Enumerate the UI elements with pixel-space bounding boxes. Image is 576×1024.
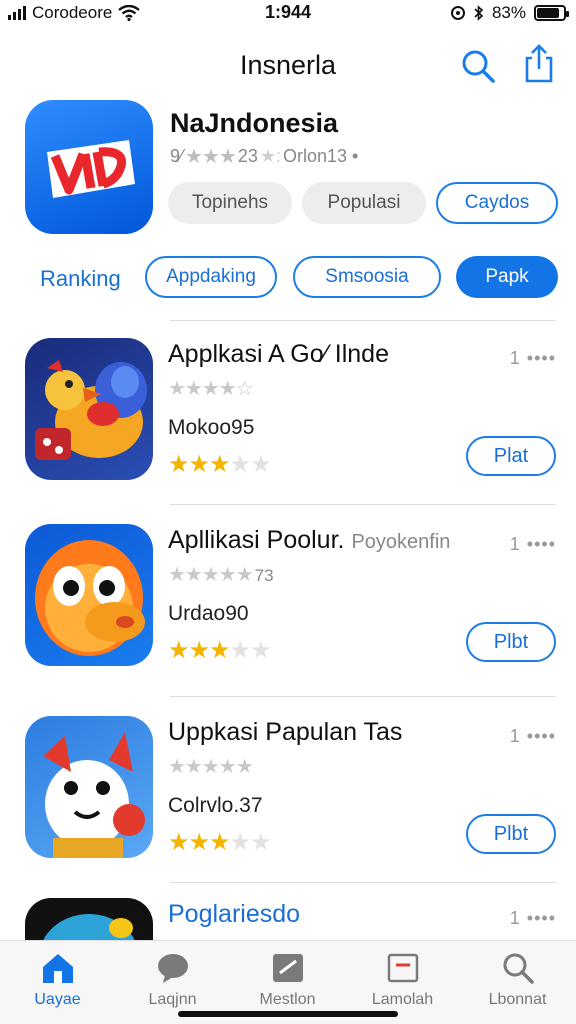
star-icon: ★ bbox=[209, 829, 230, 856]
app-icon[interactable] bbox=[25, 898, 153, 940]
star-rating: ★★★★★ bbox=[168, 636, 272, 665]
battery-icon bbox=[534, 5, 569, 21]
pill-papk[interactable]: Papk bbox=[456, 256, 558, 298]
featured-app: NaJndonesia 9⁄ ★★★ 23 ★: Orlon13 • Topin… bbox=[0, 100, 576, 240]
home-indicator[interactable] bbox=[178, 1011, 398, 1017]
pill-smsoosia[interactable]: Smsoosia bbox=[293, 256, 441, 298]
star-icon: ★ bbox=[250, 829, 271, 856]
app-subtitle: Urdao90 bbox=[168, 602, 249, 625]
app-rank: 1 •••• bbox=[509, 908, 556, 928]
tab-news[interactable]: Mestlon bbox=[230, 949, 345, 1009]
star-icon: ★ bbox=[209, 637, 230, 664]
divider bbox=[170, 882, 556, 883]
featured-app-rating: 9⁄ ★★★ 23 ★: Orlon13 • bbox=[170, 144, 358, 169]
star-icon: ★ bbox=[209, 451, 230, 478]
star-icon: ★ bbox=[250, 451, 271, 478]
tab-label: Lamolah bbox=[371, 991, 434, 1008]
divider bbox=[170, 504, 556, 505]
news-icon bbox=[272, 954, 303, 982]
rating-star-tail: ★: bbox=[259, 146, 281, 166]
star-rating: ★★★★★ bbox=[168, 450, 272, 479]
nav-bar: Insnerla bbox=[0, 40, 576, 90]
star-icon: ★ bbox=[188, 451, 210, 478]
star-rating: ★★★★★ bbox=[168, 828, 272, 857]
star-icon: ★ bbox=[229, 829, 251, 856]
pill-topinehs[interactable]: Topinehs bbox=[168, 182, 292, 224]
home-icon bbox=[42, 954, 73, 983]
get-button[interactable]: Plbt bbox=[466, 814, 556, 854]
rating-stars: ★★★ bbox=[185, 146, 237, 168]
chat-icon bbox=[157, 954, 188, 983]
tab-chat[interactable]: Laqjnn bbox=[115, 949, 230, 1009]
get-button[interactable]: Plbt bbox=[466, 622, 556, 662]
list-item[interactable]: Apllikasi Poolur. Poyokenfin 1 •••• ★★★★… bbox=[0, 524, 576, 694]
app-name: Applkasi A Go⁄ Ilnde bbox=[168, 340, 389, 368]
app-icon[interactable] bbox=[25, 524, 153, 666]
get-button[interactable]: Plat bbox=[466, 436, 556, 476]
divider bbox=[170, 696, 556, 697]
divider bbox=[170, 320, 556, 321]
star-icon: ★ bbox=[229, 637, 251, 664]
tab-label: Mestlon bbox=[259, 991, 316, 1008]
battery-percent: 83% bbox=[491, 3, 526, 22]
tab-label: Laqjnn bbox=[148, 991, 197, 1008]
app-name: Uppkasi Papulan Tas bbox=[168, 718, 403, 746]
pill-caydos[interactable]: Caydos bbox=[436, 182, 558, 224]
mail-icon bbox=[387, 953, 418, 983]
tab-label: Uayae bbox=[34, 991, 81, 1008]
pill-populasi[interactable]: Populasi bbox=[302, 182, 426, 224]
search-icon bbox=[503, 953, 534, 984]
app-rank: 1 •••• bbox=[509, 348, 556, 368]
tab-label: Lbonnat bbox=[488, 991, 547, 1008]
featured-app-subtitle: Orlon13 • bbox=[283, 146, 359, 166]
star-icon: ★ bbox=[188, 829, 210, 856]
list-item[interactable]: Applkasi A Go⁄ Ilnde 1 •••• ★★★★☆ Mokoo9… bbox=[0, 338, 576, 508]
app-rank: 1 •••• bbox=[509, 534, 556, 554]
app-icon[interactable] bbox=[25, 716, 153, 858]
tab-mail[interactable]: Lamolah bbox=[345, 949, 460, 1009]
featured-app-icon[interactable] bbox=[25, 100, 153, 234]
list-item[interactable]: Poglariesdo 1 •••• bbox=[0, 898, 576, 940]
rating-stars: ★★★★☆ bbox=[168, 378, 254, 400]
app-icon[interactable] bbox=[25, 338, 153, 480]
bluetooth-icon bbox=[474, 5, 484, 21]
app-rank: 1 •••• bbox=[509, 726, 556, 746]
app-subtitle: Mokoo95 bbox=[168, 416, 255, 439]
tab-search[interactable]: Lbonnat bbox=[460, 949, 575, 1009]
location-icon bbox=[450, 6, 465, 20]
search-icon[interactable] bbox=[460, 48, 496, 84]
star-icon: ★ bbox=[168, 637, 189, 664]
pill-appdaking[interactable]: Appdaking bbox=[145, 256, 277, 298]
star-icon: ★ bbox=[229, 451, 251, 478]
featured-app-name: NaJndonesia bbox=[170, 108, 339, 138]
ranking-label: Ranking bbox=[40, 266, 121, 291]
rating-stars: ★★★★★ 73 bbox=[168, 564, 274, 586]
share-icon[interactable] bbox=[522, 44, 556, 84]
ranking-row: Ranking Appdaking Smsoosia Papk bbox=[0, 256, 576, 300]
tab-home[interactable]: Uayae bbox=[0, 949, 115, 1009]
star-icon: ★ bbox=[250, 637, 271, 664]
star-icon: ★ bbox=[168, 451, 189, 478]
rating-stars: ★★★★★ bbox=[168, 756, 254, 778]
app-name: Apllikasi Poolur. Poyokenfin bbox=[168, 526, 451, 554]
list-item[interactable]: Uppkasi Papulan Tas 1 •••• ★★★★★ Colrvlo… bbox=[0, 716, 576, 886]
star-icon: ★ bbox=[168, 829, 189, 856]
app-subtitle: Colrvlo.37 bbox=[168, 794, 263, 817]
rating-prefix: 9⁄ bbox=[170, 146, 184, 166]
star-icon: ★ bbox=[188, 637, 210, 664]
status-bar: Corodeore 1:944 83% bbox=[0, 0, 576, 26]
rating-count: 23 bbox=[237, 146, 258, 166]
app-name: Poglariesdo bbox=[168, 900, 301, 928]
